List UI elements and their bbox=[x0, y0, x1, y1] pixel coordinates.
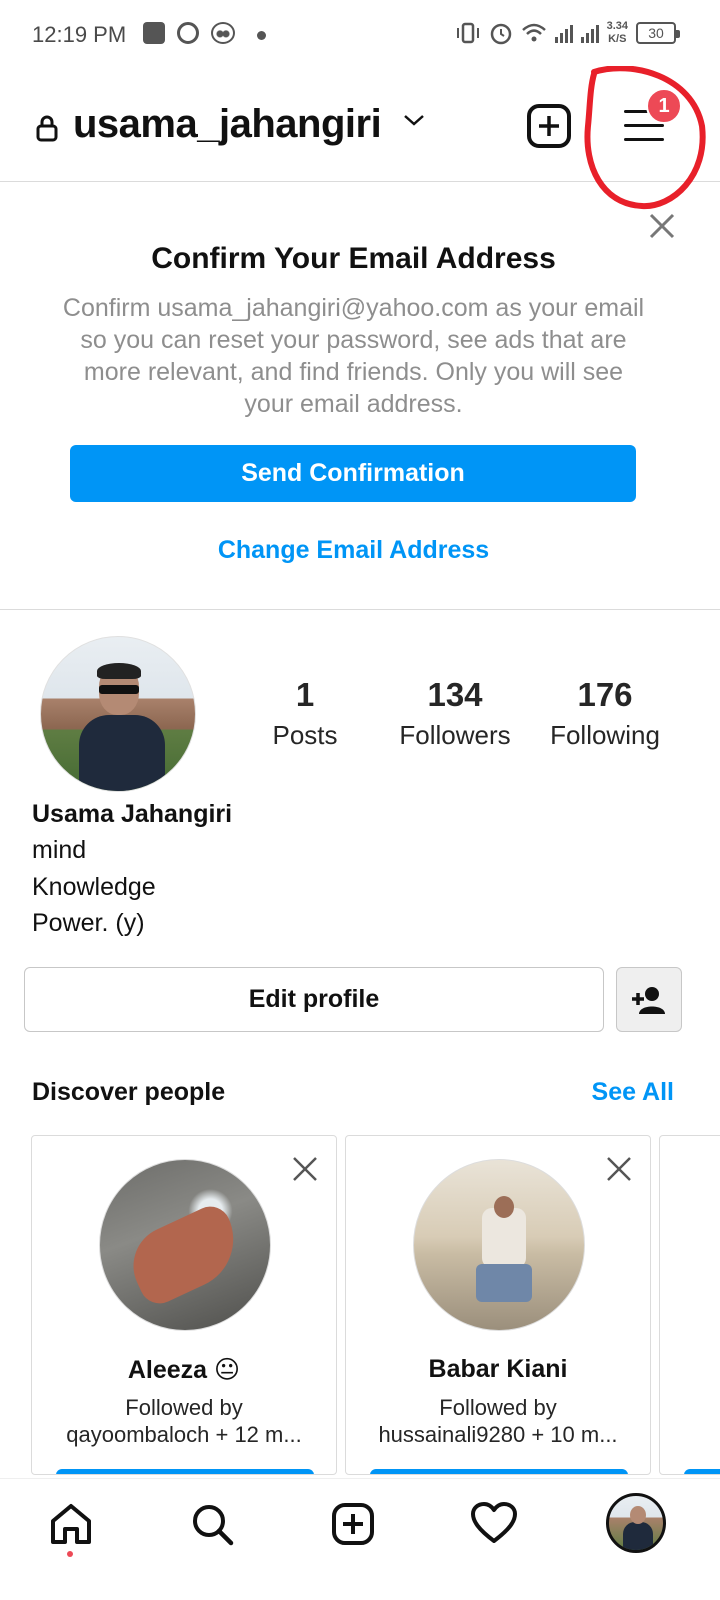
notification-badge: 1 bbox=[646, 88, 682, 124]
heart-icon bbox=[471, 1502, 517, 1543]
signal-1-icon bbox=[554, 23, 573, 43]
suggestion-card[interactable]: Aleeza 😐 Followed by qayoombaloch + 12 m… bbox=[31, 1135, 337, 1475]
battery-icon: 30 bbox=[636, 22, 680, 44]
stat-posts[interactable]: 1 Posts bbox=[255, 676, 355, 751]
suggestion-name: Babar Kiani bbox=[428, 1355, 568, 1383]
discover-people-title: Discover people bbox=[32, 1078, 226, 1106]
stat-following-value: 176 bbox=[577, 676, 633, 713]
status-bar: 12:19 PM 3.34 K/S 30 bbox=[0, 0, 720, 72]
send-confirmation-button[interactable]: Send Confirmation bbox=[70, 445, 636, 502]
stat-posts-value: 1 bbox=[295, 676, 315, 713]
more-notifications-dot-icon bbox=[257, 31, 266, 40]
suggestion-card-partial[interactable] bbox=[659, 1135, 720, 1475]
app-notification-icon bbox=[143, 22, 165, 44]
bottom-navigation bbox=[0, 1478, 720, 1600]
wifi-icon bbox=[521, 23, 546, 42]
profile-header: usama_jahangiri 1 bbox=[0, 72, 720, 182]
chevron-down-icon[interactable] bbox=[402, 112, 426, 128]
nav-profile-avatar[interactable] bbox=[606, 1493, 666, 1553]
discover-people-button[interactable] bbox=[616, 967, 682, 1032]
close-icon[interactable] bbox=[606, 1156, 632, 1182]
confirm-email-title: Confirm Your Email Address bbox=[151, 242, 556, 275]
suggestion-avatar[interactable] bbox=[99, 1159, 271, 1331]
suggestion-name: Aleeza 😐 bbox=[127, 1356, 241, 1384]
suggestion-avatar[interactable] bbox=[413, 1159, 585, 1331]
nav-search-button[interactable] bbox=[187, 1499, 237, 1549]
net-speed-value: 3.34 bbox=[606, 20, 628, 32]
stat-followers[interactable]: 134 Followers bbox=[390, 676, 520, 751]
nav-new-post-button[interactable] bbox=[328, 1499, 378, 1549]
plus-square-icon bbox=[332, 1503, 374, 1545]
net-speed: 3.34 K/S bbox=[607, 20, 628, 46]
suggestion-followed-by: Followed by bbox=[125, 1395, 243, 1420]
status-time: 12:19 PM bbox=[32, 22, 127, 47]
messenger-notification-icon bbox=[177, 22, 199, 44]
follow-button[interactable] bbox=[684, 1469, 720, 1474]
confirm-email-body: Confirm usama_jahangiri@yahoo.com as you… bbox=[62, 294, 645, 418]
status-right-cluster: 3.34 K/S 30 bbox=[455, 20, 680, 46]
stat-followers-label: Followers bbox=[399, 720, 511, 750]
home-icon bbox=[51, 1504, 91, 1544]
suggestion-mutuals: hussainali9280 + 10 m... bbox=[378, 1422, 618, 1447]
nav-home-button[interactable] bbox=[46, 1499, 96, 1549]
home-activity-dot bbox=[67, 1551, 73, 1557]
nav-activity-button[interactable] bbox=[469, 1499, 519, 1549]
suggestion-mutuals: qayoombaloch + 12 m... bbox=[66, 1422, 302, 1447]
new-post-button[interactable] bbox=[527, 104, 571, 148]
close-icon[interactable] bbox=[648, 212, 676, 240]
add-person-icon bbox=[632, 986, 665, 1014]
net-speed-unit: K/S bbox=[608, 33, 627, 45]
profile-full-name: Usama Jahangiri bbox=[32, 800, 233, 828]
plus-icon bbox=[539, 116, 559, 136]
confirm-email-card: Confirm Your Email Address Confirm usama… bbox=[0, 182, 720, 610]
stat-following[interactable]: 176 Following bbox=[540, 676, 670, 751]
change-email-link[interactable]: Change Email Address bbox=[0, 536, 707, 565]
close-icon[interactable] bbox=[292, 1156, 318, 1182]
stat-following-label: Following bbox=[550, 720, 660, 750]
search-icon bbox=[193, 1505, 234, 1546]
lock-icon bbox=[36, 115, 58, 142]
edit-profile-button[interactable]: Edit profile bbox=[24, 967, 604, 1032]
suggestion-followed-by: Followed by bbox=[439, 1395, 557, 1420]
alarm-icon bbox=[490, 23, 511, 45]
follow-button[interactable] bbox=[370, 1469, 628, 1474]
vibrate-icon bbox=[456, 22, 479, 44]
bio-line: Knowledge bbox=[32, 873, 156, 901]
stat-followers-value: 134 bbox=[427, 676, 483, 713]
bio-line: Power. (y) bbox=[32, 909, 145, 937]
stat-posts-label: Posts bbox=[272, 720, 338, 750]
profile-avatar[interactable] bbox=[40, 636, 196, 792]
see-all-link[interactable]: See All bbox=[592, 1078, 674, 1107]
bio-line: mind bbox=[32, 836, 87, 864]
signal-2-icon bbox=[580, 23, 599, 43]
account-username[interactable]: usama_jahangiri bbox=[73, 102, 382, 147]
panda-app-icon bbox=[211, 22, 235, 44]
follow-button[interactable] bbox=[56, 1469, 314, 1474]
suggestion-card[interactable]: Babar Kiani Followed by hussainali9280 +… bbox=[345, 1135, 651, 1475]
